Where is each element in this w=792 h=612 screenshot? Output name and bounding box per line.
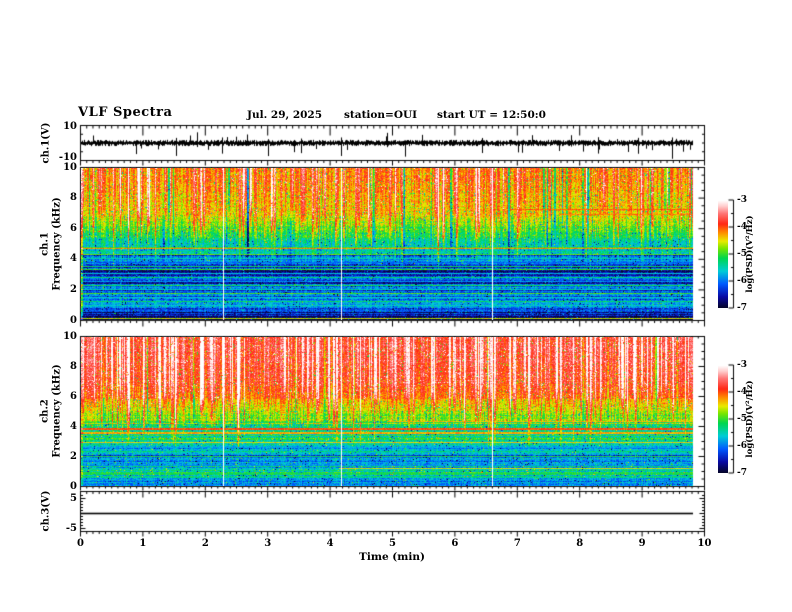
x-tick-label: 8 bbox=[576, 538, 584, 549]
ch1-waveform-canvas bbox=[81, 126, 704, 160]
date-label: Jul. 29, 2025 bbox=[247, 109, 323, 121]
x-tick-label: 7 bbox=[513, 538, 521, 549]
ch2-spec-y-tick-label: 6 bbox=[70, 390, 77, 402]
figure-title: VLF Spectra bbox=[78, 105, 173, 120]
ch2-spec-y-tick-label: 10 bbox=[63, 330, 77, 342]
colorbar-tick-label: -3 bbox=[737, 359, 747, 370]
x-tick-label: 5 bbox=[389, 538, 396, 549]
colorbar-1-canvas bbox=[718, 200, 728, 308]
x-tick-label: 2 bbox=[201, 538, 209, 549]
station-label: station=OUI bbox=[344, 109, 418, 121]
colorbar-2-canvas bbox=[718, 365, 728, 473]
ch3-wave-ylabel: ch.3(V) bbox=[40, 490, 52, 532]
ch1-spec-y-tick-label: 0 bbox=[70, 314, 77, 326]
ch1-wave-y-tick-label: 10 bbox=[63, 121, 77, 132]
ch3-wave-y-tick-label: 5 bbox=[70, 492, 77, 504]
x-tick-label: 10 bbox=[697, 538, 712, 549]
x-tick-label: 9 bbox=[638, 538, 646, 549]
ch1-spectrogram-canvas bbox=[81, 168, 704, 320]
vlf-spectra-figure: VLF Spectra Jul. 29, 2025 station=OUI st… bbox=[0, 0, 792, 612]
colorbar-tick-label: -3 bbox=[737, 194, 747, 205]
ch2-spec-y-tick-label: 8 bbox=[70, 360, 77, 372]
ch1-spec-y-tick-label: 8 bbox=[70, 192, 77, 204]
ch2-spec-y-tick-label: 2 bbox=[70, 450, 77, 462]
ch1-spec-frequency-label: Frequency (kHz) bbox=[51, 197, 63, 291]
colorbar-tick-label: -5 bbox=[737, 413, 747, 424]
ch1-spec-y-tick-label: 10 bbox=[63, 161, 77, 173]
colorbar-tick-label: -5 bbox=[737, 248, 747, 259]
ch1-spec-y-tick-label: 6 bbox=[70, 222, 77, 234]
colorbar-tick-label: -4 bbox=[737, 221, 747, 232]
ch1-spec-y-tick-label: 2 bbox=[70, 283, 77, 295]
ch1-spec-channel-label: ch.1 bbox=[39, 232, 51, 256]
x-tick-label: 1 bbox=[139, 538, 147, 549]
colorbar-tick-label: -7 bbox=[737, 302, 747, 313]
ch2-spec-y-tick-label: 0 bbox=[70, 480, 77, 492]
ch2-spectrogram-canvas bbox=[81, 337, 704, 486]
ch1-spec-y-tick-label: 4 bbox=[70, 253, 77, 265]
ch2-spec-frequency-label: Frequency (kHz) bbox=[51, 364, 63, 458]
start-ut-label: start UT = 12:50:0 bbox=[437, 109, 546, 121]
x-tick-label: 4 bbox=[326, 538, 334, 549]
ch1-wave-ylabel: ch.1(V) bbox=[40, 122, 52, 164]
ch2-spec-y-tick-label: 4 bbox=[70, 420, 77, 432]
colorbar-tick-label: -4 bbox=[737, 386, 747, 397]
time-axis-label: Time (min) bbox=[359, 551, 425, 563]
x-tick-label: 3 bbox=[264, 538, 272, 549]
colorbar-tick-label: -6 bbox=[737, 275, 747, 286]
x-tick-label: 0 bbox=[77, 538, 84, 549]
x-tick-label: 6 bbox=[451, 538, 459, 549]
colorbar-tick-label: -7 bbox=[737, 467, 747, 478]
ch3-wave-y-tick-label: -5 bbox=[65, 522, 77, 534]
ch2-spec-channel-label: ch.2 bbox=[39, 399, 51, 423]
colorbar-tick-label: -6 bbox=[737, 440, 747, 451]
